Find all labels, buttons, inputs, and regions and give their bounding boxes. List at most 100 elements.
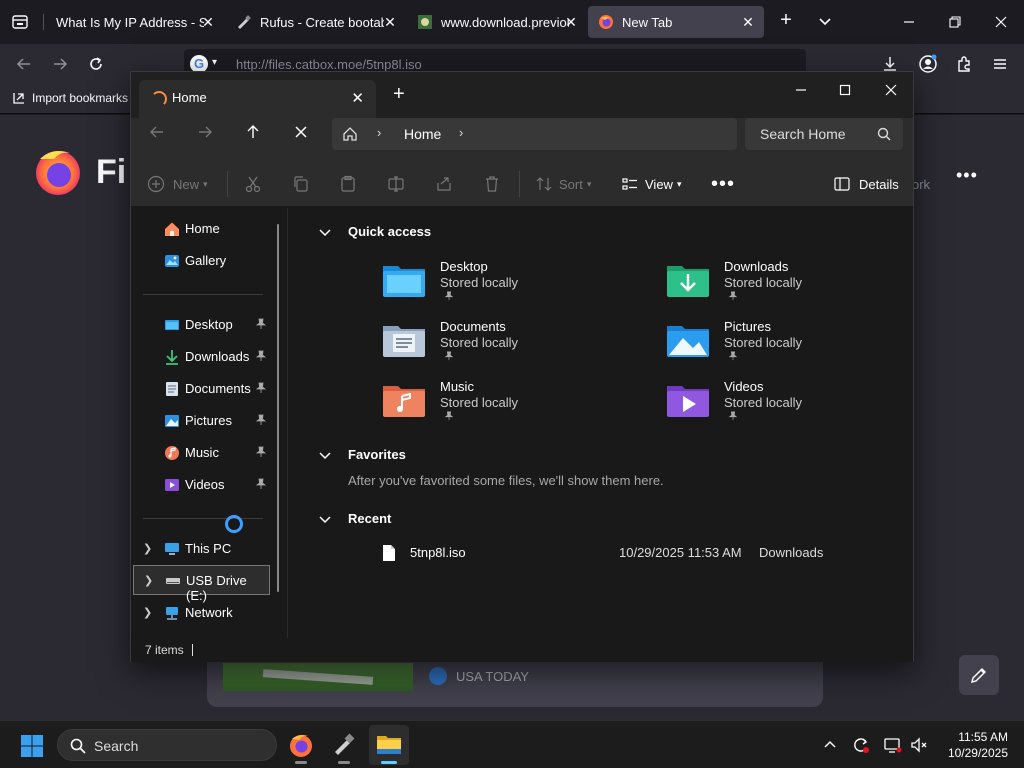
minimize-icon[interactable]: [895, 8, 923, 36]
display-icon[interactable]: [884, 736, 902, 754]
explorer-close-icon[interactable]: [877, 78, 905, 102]
expand-chevron-icon[interactable]: ❯: [143, 606, 153, 619]
tab-close-icon[interactable]: ✕: [563, 14, 579, 30]
rename-icon[interactable]: [387, 173, 405, 195]
taskbar-rufus[interactable]: [324, 725, 364, 765]
back-arrow-icon[interactable]: [12, 52, 36, 76]
file-explorer-window: Home ✕ + › Home › Search Home New ▾ Sort…: [130, 71, 914, 662]
explorer-forward-icon[interactable]: [191, 120, 219, 144]
browser-tab-new-tab[interactable]: New Tab ✕: [588, 6, 764, 38]
taskbar-file-explorer[interactable]: [369, 725, 409, 765]
quick-access-documents[interactable]: Documents Stored locally: [382, 319, 612, 370]
explorer-up-icon[interactable]: [239, 120, 267, 144]
collapse-chevron-icon[interactable]: [318, 448, 332, 462]
sort-button[interactable]: Sort ▾: [535, 173, 591, 195]
favorites-empty-message: After you've favorited some files, we'll…: [348, 473, 664, 488]
share-icon[interactable]: [435, 173, 453, 195]
network-icon: [166, 607, 178, 620]
list-all-tabs-chevron-icon[interactable]: [816, 13, 834, 31]
explorer-new-tab-button[interactable]: +: [393, 84, 405, 104]
work-link-partial[interactable]: ork: [912, 177, 930, 192]
recent-header[interactable]: Recent: [318, 511, 391, 526]
system-clock[interactable]: 11:55 AM 10/29/2025: [936, 729, 1008, 761]
paste-icon[interactable]: [339, 173, 357, 195]
forward-arrow-icon[interactable]: [48, 52, 72, 76]
sidebar-item-music[interactable]: Music: [131, 438, 287, 468]
sync-alert-icon[interactable]: [852, 736, 870, 754]
expand-chevron-icon[interactable]: ❯: [144, 574, 154, 587]
more-options-icon[interactable]: •••: [956, 165, 978, 186]
browser-tab-ip-address[interactable]: What Is My IP Address - Se ✕: [46, 6, 224, 38]
copy-icon[interactable]: [292, 173, 310, 195]
sidebar-item-documents[interactable]: Documents: [131, 374, 287, 404]
browser-tab-download[interactable]: www.download.previou ✕: [407, 6, 587, 38]
recent-file-row[interactable]: 5tnp8l.iso 10/29/2025 11:53 AM Downloads: [382, 544, 902, 564]
explorer-address-bar[interactable]: › Home ›: [332, 118, 737, 150]
cut-icon[interactable]: [244, 173, 262, 195]
browser-tab-rufus[interactable]: Rufus - Create bootable ✕: [226, 6, 406, 38]
explorer-tab-home[interactable]: Home ✕: [139, 80, 376, 118]
breadcrumb-chevron-icon[interactable]: ›: [459, 125, 463, 140]
quick-access-videos[interactable]: Videos Stored locally: [666, 379, 896, 430]
extensions-icon[interactable]: [954, 54, 974, 74]
sidebar-item-desktop[interactable]: Desktop: [131, 310, 287, 340]
breadcrumb[interactable]: Home: [404, 126, 441, 142]
new-tab-button[interactable]: +: [776, 10, 796, 31]
sort-icon: [536, 177, 552, 191]
collapse-chevron-icon[interactable]: [318, 512, 332, 526]
sidebar-scrollbar[interactable]: [277, 224, 279, 592]
reload-icon[interactable]: [84, 52, 108, 76]
view-button[interactable]: View ▾: [621, 173, 681, 195]
account-icon[interactable]: [918, 54, 938, 74]
explorer-search-box[interactable]: Search Home: [745, 118, 903, 150]
sidebar-item-usb-drive[interactable]: ❯ USB Drive (E:): [133, 565, 270, 603]
windows-start-icon[interactable]: [20, 734, 44, 758]
see-more-icon[interactable]: •••: [711, 173, 735, 195]
search-icon[interactable]: [877, 127, 891, 141]
new-label: New: [173, 176, 200, 192]
restore-icon[interactable]: [941, 8, 969, 36]
sidebar-item-network[interactable]: ❯ Network: [131, 598, 287, 628]
show-hidden-icons-chevron-icon[interactable]: [821, 736, 839, 754]
search-placeholder[interactable]: Search Home: [760, 126, 846, 142]
sidebar-item-this-pc[interactable]: ❯ This PC: [131, 534, 287, 564]
explorer-minimize-icon[interactable]: [787, 78, 815, 102]
chevron-down-icon[interactable]: ▾: [212, 57, 217, 68]
sidebar-item-home[interactable]: Home: [131, 214, 287, 244]
quick-access-music[interactable]: Music Stored locally: [382, 379, 612, 430]
tab-close-icon[interactable]: ✕: [200, 14, 216, 30]
menu-hamburger-icon[interactable]: [990, 54, 1010, 74]
details-button[interactable]: Details: [833, 173, 899, 195]
tab-close-icon[interactable]: ✕: [382, 14, 398, 30]
new-button[interactable]: New ▾: [147, 173, 208, 195]
home-icon[interactable]: [342, 126, 358, 142]
taskbar-search-box[interactable]: Search: [57, 729, 277, 761]
volume-muted-icon[interactable]: [910, 736, 928, 754]
expand-chevron-icon[interactable]: ❯: [143, 542, 153, 555]
quick-access-desktop[interactable]: Desktop Stored locally: [382, 259, 612, 310]
sidebar-item-gallery[interactable]: Gallery: [131, 246, 287, 276]
close-tab-icon[interactable]: ✕: [351, 89, 364, 107]
tab-close-icon[interactable]: ✕: [740, 14, 756, 30]
url-text[interactable]: http://files.catbox.moe/5tnp8l.iso: [236, 57, 422, 72]
quick-access-header[interactable]: Quick access: [318, 224, 431, 239]
quick-access-pictures[interactable]: Pictures Stored locally: [666, 319, 896, 370]
pin-icon: [255, 446, 267, 457]
sidebar-item-videos[interactable]: Videos: [131, 470, 287, 500]
customize-pencil-icon[interactable]: [959, 655, 999, 695]
explorer-back-icon[interactable]: [143, 120, 171, 144]
firefox-view-icon[interactable]: [8, 10, 32, 34]
favorites-header[interactable]: Favorites: [318, 447, 406, 462]
import-bookmarks-label: Import bookmarks: [32, 91, 129, 105]
close-window-icon[interactable]: [987, 8, 1015, 36]
breadcrumb-chevron-icon[interactable]: ›: [377, 125, 381, 140]
collapse-chevron-icon[interactable]: [318, 225, 332, 239]
import-bookmarks-button[interactable]: Import bookmarks: [12, 91, 128, 105]
sidebar-item-pictures[interactable]: Pictures: [131, 406, 287, 436]
taskbar-firefox[interactable]: [281, 725, 321, 765]
explorer-maximize-icon[interactable]: [831, 78, 859, 102]
quick-access-downloads[interactable]: Downloads Stored locally: [666, 259, 896, 310]
sidebar-item-downloads[interactable]: Downloads: [131, 342, 287, 372]
explorer-stop-icon[interactable]: [287, 120, 315, 144]
delete-icon[interactable]: [483, 173, 501, 195]
